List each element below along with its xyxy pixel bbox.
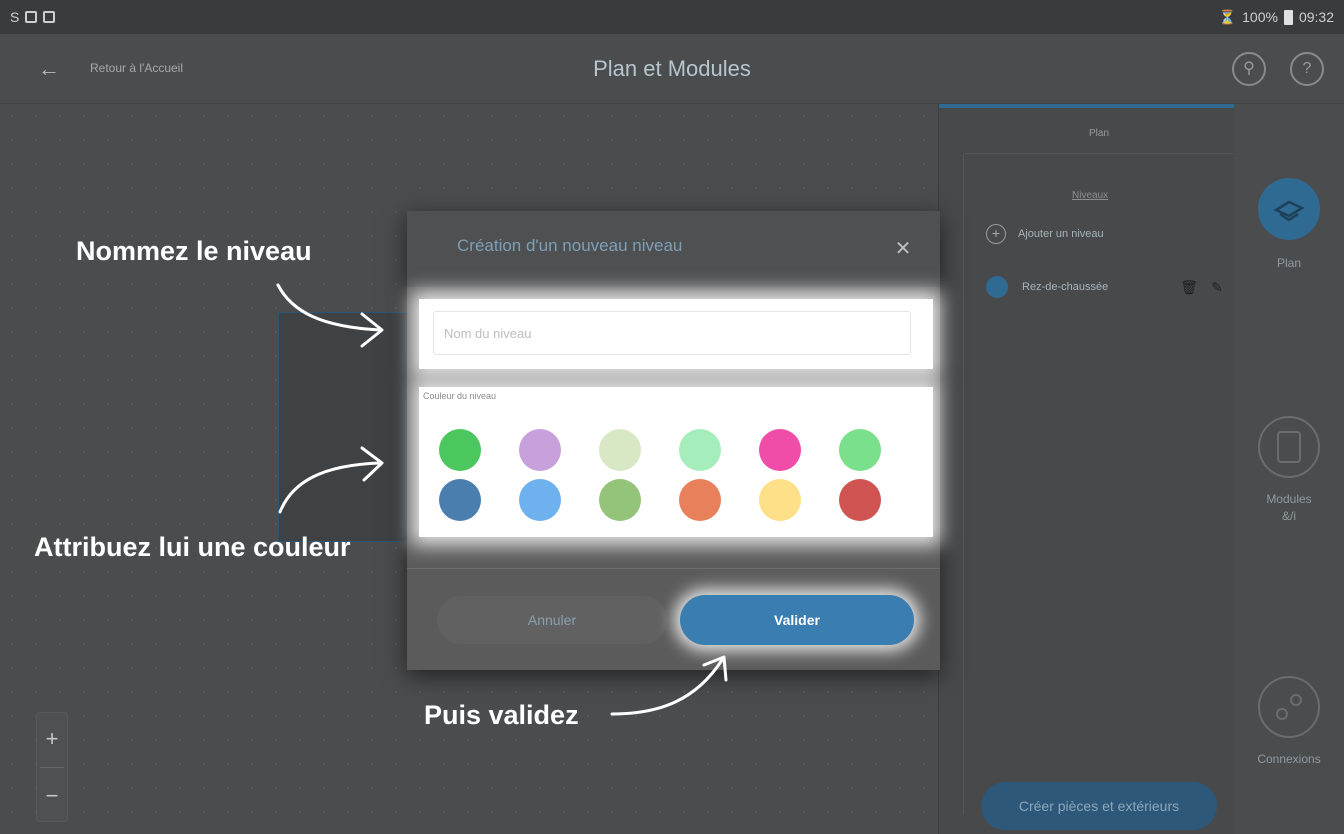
arrow-to-validate [610,658,724,716]
arrow-to-name-input [276,283,382,332]
annotation-arrows [276,283,728,716]
arrow-to-colors [278,461,382,514]
